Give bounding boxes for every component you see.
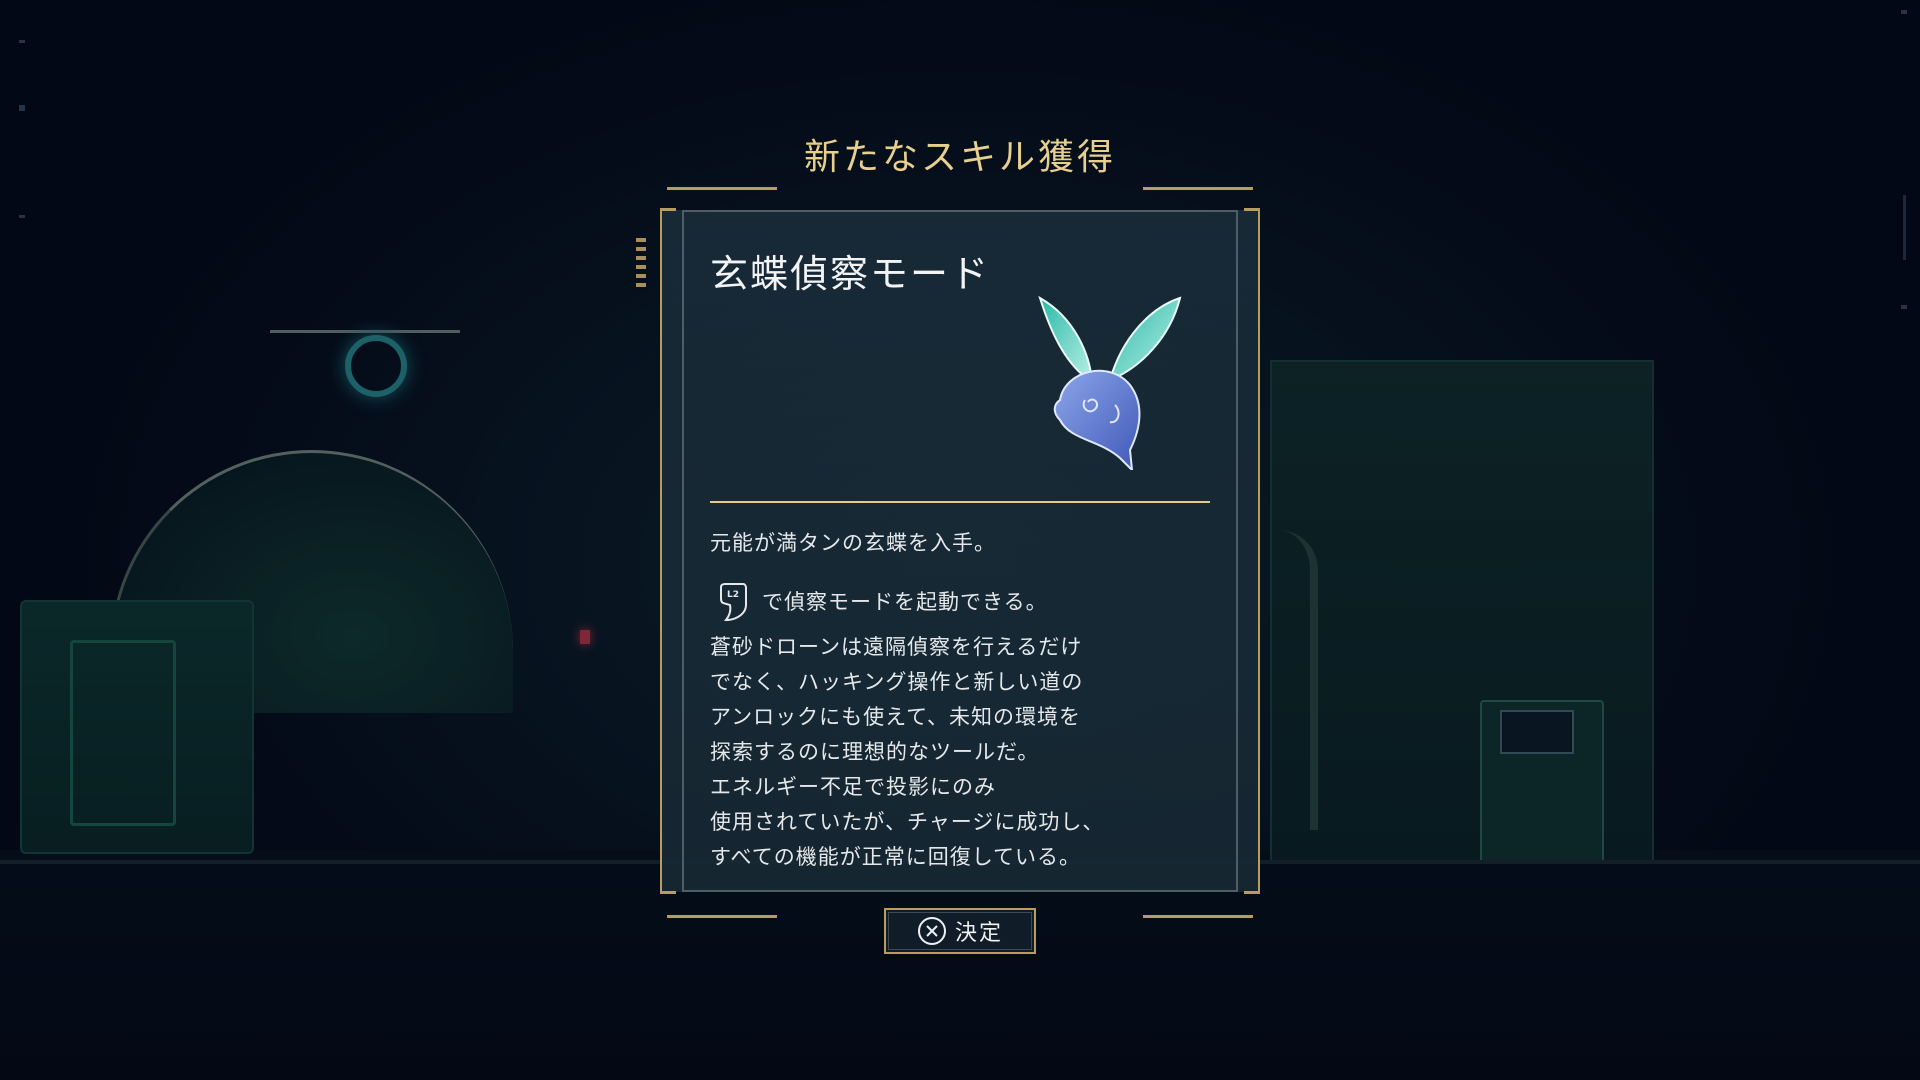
game-scene: 新たなスキル獲得 玄蝶偵察モード 元能が満タンの玄蝶を入手。 L2 で偵察モード…: [0, 0, 1920, 1080]
footer-line-right: [1143, 915, 1253, 918]
skill-description-line: アンロックにも使えて、未知の環境を: [710, 705, 1082, 729]
button-hint: L2 で偵察モードを起動できる。: [718, 582, 1048, 622]
skill-description-line: で偵察モードを起動できる。: [762, 589, 1048, 614]
card-corner: [1244, 208, 1260, 225]
confirm-button[interactable]: 決定: [884, 908, 1036, 954]
skill-description-line: すべての機能が正常に回復している。: [710, 845, 1082, 869]
card-divider: [710, 501, 1210, 503]
skill-description-line: 探索するのに理想的なツールだ。: [710, 740, 1040, 764]
l2-trigger-icon: L2: [720, 583, 747, 621]
l2-trigger-label: L2: [727, 590, 739, 600]
skill-name: 玄蝶偵察モード: [710, 252, 991, 296]
card-corner: [660, 877, 676, 894]
cross-button-icon: [917, 917, 946, 945]
confirm-label: 決定: [954, 921, 1003, 946]
skill-description-line: 使用されていたが、チャージに成功し、: [710, 810, 1105, 834]
skill-description-line: 元能が満タンの玄蝶を入手。: [710, 531, 996, 555]
skill-description-line: エネルギー不足で投影にのみ: [710, 775, 996, 799]
skill-description-line: でなく、ハッキング操作と新しい道の: [710, 670, 1084, 694]
card-side-notch: [636, 238, 646, 308]
dialog-title: 新たなスキル獲得: [803, 137, 1116, 178]
header-line-left: [667, 187, 777, 190]
card-corner: [660, 208, 676, 225]
footer-line-left: [667, 915, 777, 918]
header-line-right: [1143, 187, 1253, 190]
skill-description-line: 蒼砂ドローンは遠隔偵察を行えるだけ: [710, 635, 1083, 659]
butterfly-drone-icon: [1038, 295, 1182, 470]
card-corner: [1244, 877, 1260, 894]
